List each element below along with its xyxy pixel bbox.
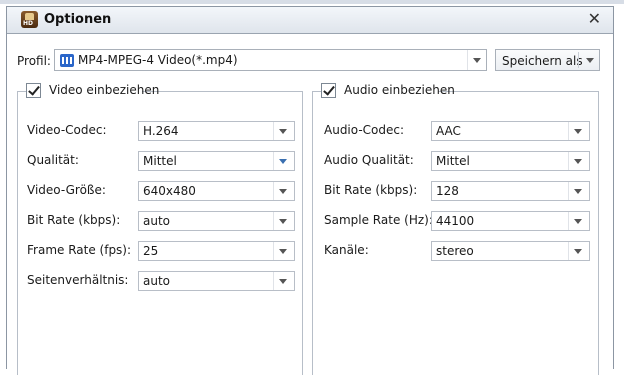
profil-value: MP4-MPEG-4 Video(*.mp4): [78, 53, 238, 67]
audio-quality-select[interactable]: Mittel: [431, 151, 590, 171]
audio-bitrate-select[interactable]: 128: [431, 181, 590, 201]
audio-legend: Audio einbeziehen: [321, 82, 455, 100]
chevron-down-icon: [273, 182, 294, 200]
audio-include-checkbox[interactable]: [321, 83, 336, 98]
chevron-down-icon: [273, 272, 294, 290]
video-include-checkbox[interactable]: [26, 83, 41, 98]
video-codec-label: Video-Codec:: [27, 123, 107, 137]
chevron-down-icon: [273, 152, 294, 170]
chevron-down-icon: [568, 152, 589, 170]
video-bitrate-value: auto: [143, 214, 171, 228]
video-codec-select[interactable]: H.264: [138, 121, 295, 141]
aspect-ratio-label: Seitenverhältnis:: [27, 273, 129, 287]
save-as-separator: [578, 52, 579, 68]
video-bitrate-select[interactable]: auto: [138, 211, 295, 231]
audio-codec-select[interactable]: AAC: [431, 121, 590, 141]
audio-bitrate-label: Bit Rate (kbps):: [324, 183, 418, 197]
chevron-down-icon: [273, 242, 294, 260]
quality-select[interactable]: Mittel: [138, 151, 295, 171]
video-size-value: 640x480: [143, 184, 196, 198]
sample-rate-value: 44100: [436, 214, 475, 228]
frame-rate-select[interactable]: 25: [138, 241, 295, 261]
video-file-icon: [60, 54, 74, 67]
app-hd-icon: [21, 11, 38, 28]
audio-codec-value: AAC: [436, 124, 461, 138]
frame-rate-label: Frame Rate (fps):: [27, 243, 132, 257]
save-as-button[interactable]: Speichern als: [495, 49, 600, 71]
frame-rate-value: 25: [143, 244, 159, 258]
video-size-label: Video-Größe:: [27, 183, 106, 197]
audio-group: Audio einbeziehen Audio-Codec: AAC Audio…: [312, 82, 599, 375]
quality-label: Qualität:: [27, 153, 79, 167]
chevron-down-icon: [273, 212, 294, 230]
video-codec-value: H.264: [143, 124, 179, 138]
dialog-title: Optionen: [44, 12, 112, 27]
audio-codec-label: Audio-Codec:: [324, 123, 405, 137]
profil-dropdown[interactable]: MP4-MPEG-4 Video(*.mp4): [54, 49, 487, 71]
sample-rate-label: Sample Rate (Hz):: [324, 213, 433, 227]
channels-value: stereo: [436, 244, 474, 258]
chevron-down-icon: [568, 182, 589, 200]
channels-label: Kanäle:: [324, 243, 369, 257]
chevron-down-icon: [273, 122, 294, 140]
video-size-select[interactable]: 640x480: [138, 181, 295, 201]
video-group: Video einbeziehen Video-Codec: H.264 Qua…: [17, 82, 303, 375]
chevron-down-icon[interactable]: [467, 50, 486, 70]
save-as-label: Speichern als: [502, 54, 583, 68]
chevron-down-icon: [568, 212, 589, 230]
profil-label: Profil:: [17, 54, 51, 68]
aspect-ratio-select[interactable]: auto: [138, 271, 295, 291]
channels-select[interactable]: stereo: [431, 241, 590, 261]
video-legend: Video einbeziehen: [26, 82, 159, 100]
video-legend-label: Video einbeziehen: [49, 83, 160, 97]
aspect-ratio-value: auto: [143, 274, 171, 288]
audio-quality-label: Audio Qualität:: [324, 153, 414, 167]
quality-value: Mittel: [143, 154, 177, 168]
chevron-down-icon: [568, 122, 589, 140]
audio-bitrate-value: 128: [436, 184, 459, 198]
video-bitrate-label: Bit Rate (kbps):: [27, 213, 121, 227]
audio-legend-label: Audio einbeziehen: [344, 83, 455, 97]
options-dialog: Optionen ✕ Profil: MP4-MPEG-4 Video(*.mp…: [6, 6, 614, 375]
sample-rate-select[interactable]: 44100: [431, 211, 590, 231]
audio-quality-value: Mittel: [436, 154, 470, 168]
save-as-chevron-down-icon[interactable]: [581, 50, 599, 70]
close-icon[interactable]: ✕: [588, 9, 601, 28]
chevron-down-icon: [568, 242, 589, 260]
top-border: [0, 0, 624, 4]
title-bar: Optionen ✕: [7, 7, 613, 34]
